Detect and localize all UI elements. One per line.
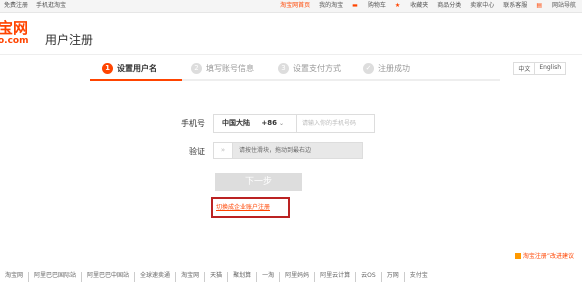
cart-link[interactable]: 购物车 xyxy=(368,0,386,12)
phone-label: 手机号 xyxy=(181,119,205,128)
footer-links: 淘宝网 阿里巴巴国际站 阿里巴巴中国站 全球速卖通 淘宝网 天猫 聚划算 一淘 … xyxy=(0,272,582,282)
step-1-badge: 1 xyxy=(102,62,113,74)
feedback-text: 淘宝注册”改进建议 xyxy=(522,253,574,260)
step-3-badge: 3 xyxy=(278,62,289,74)
cart-icon: ▬ xyxy=(352,2,358,9)
footer-link[interactable]: 天猫 xyxy=(205,272,229,282)
slide-verification: » 请按住滑块，拖动到最右边 xyxy=(213,142,363,159)
favorites-icon: ★ xyxy=(394,2,401,9)
step-register-success: ✓ 注册成功 xyxy=(363,58,410,78)
free-register-link[interactable]: 免费注册 xyxy=(4,0,28,12)
double-chevron-right-icon: » xyxy=(220,146,226,154)
phone-field-group: 中国大陆 +86 ⌄ xyxy=(213,114,375,133)
top-bar: 免费注册 手机逛淘宝 淘宝网首页 我的淘宝 ▬ 购物车 ★ 收藏夹 商品分类 卖家中… xyxy=(0,0,582,13)
footer-link[interactable]: 万网 xyxy=(382,272,405,282)
step-set-payment: 3 设置支付方式 xyxy=(278,58,341,78)
step-label: 设置支付方式 xyxy=(293,63,341,73)
footer-link[interactable]: 淘宝网 xyxy=(176,272,206,282)
logo-text: 宝网 xyxy=(0,19,29,37)
phone-input[interactable] xyxy=(297,119,374,128)
enterprise-register-link[interactable]: 切换成企业账户注册 xyxy=(211,197,290,218)
step-2-badge: 2 xyxy=(191,62,202,74)
progress-fill xyxy=(90,79,182,81)
site-nav-link[interactable]: 网站导航 xyxy=(552,0,576,12)
favorites-link[interactable]: 收藏夹 xyxy=(410,0,428,12)
lang-chinese[interactable]: 中文 xyxy=(513,62,536,75)
mobile-taobao-link[interactable]: 手机逛淘宝 xyxy=(36,0,66,12)
step-label: 注册成功 xyxy=(378,63,410,73)
language-switcher: 中文 English xyxy=(513,62,566,75)
seller-center-link[interactable]: 卖家中心 xyxy=(470,0,494,12)
footer-link[interactable]: 一淘 xyxy=(257,272,281,282)
footer-link[interactable]: 阿里云计算 xyxy=(315,272,357,282)
categories-link[interactable]: 商品分类 xyxy=(437,0,461,12)
feedback-link[interactable]: 淘宝注册”改进建议 xyxy=(514,251,574,260)
slider-hint: 请按住滑块，拖动到最右边 xyxy=(239,147,312,154)
footer-link[interactable]: 聚划算 xyxy=(228,272,258,282)
header-divider xyxy=(0,54,582,55)
footer-link[interactable]: 淘宝网 xyxy=(0,272,30,282)
taobao-home-link[interactable]: 淘宝网首页 xyxy=(280,0,310,12)
step-set-username: 1 设置用户名 xyxy=(102,58,157,78)
footer-link[interactable]: 支付宝 xyxy=(405,272,433,282)
slider-handle[interactable]: » xyxy=(214,143,233,158)
taobao-logo[interactable]: 宝网 o.com xyxy=(0,20,29,46)
chevron-down-icon: ⌄ xyxy=(278,120,284,127)
site-nav-icon: ▤ xyxy=(536,2,542,9)
area-code-select[interactable]: +86 ⌄ xyxy=(261,115,297,132)
footer-link[interactable]: 阿里巴巴国际站 xyxy=(29,272,83,282)
step-label: 设置用户名 xyxy=(117,63,157,73)
my-taobao-link[interactable]: 我的淘宝 xyxy=(319,0,343,12)
step-label: 填写账号信息 xyxy=(206,63,254,73)
footer-link[interactable]: 云OS xyxy=(356,272,382,282)
progress-steps: 1 设置用户名 2 填写账号信息 3 设置支付方式 ✓ 注册成功 xyxy=(90,58,500,81)
step-fill-account-info: 2 填写账号信息 xyxy=(191,58,254,78)
footer-link[interactable]: 全球速卖通 xyxy=(135,272,177,282)
contact-service-link[interactable]: 联系客服 xyxy=(503,0,527,12)
footer-link[interactable]: 阿里巴巴中国站 xyxy=(82,272,136,282)
lang-english[interactable]: English xyxy=(535,62,566,75)
area-code-value: +86 xyxy=(261,119,277,127)
country-select[interactable]: 中国大陆 xyxy=(214,115,261,132)
feedback-icon xyxy=(514,252,521,259)
logo-domain: o.com xyxy=(0,36,29,46)
page-title: 用户注册 xyxy=(45,33,94,47)
check-icon: ✓ xyxy=(363,62,374,74)
next-step-button[interactable]: 下一步 xyxy=(215,173,302,191)
footer-link[interactable]: 阿里妈妈 xyxy=(280,272,316,282)
verify-label: 验证 xyxy=(189,147,205,156)
